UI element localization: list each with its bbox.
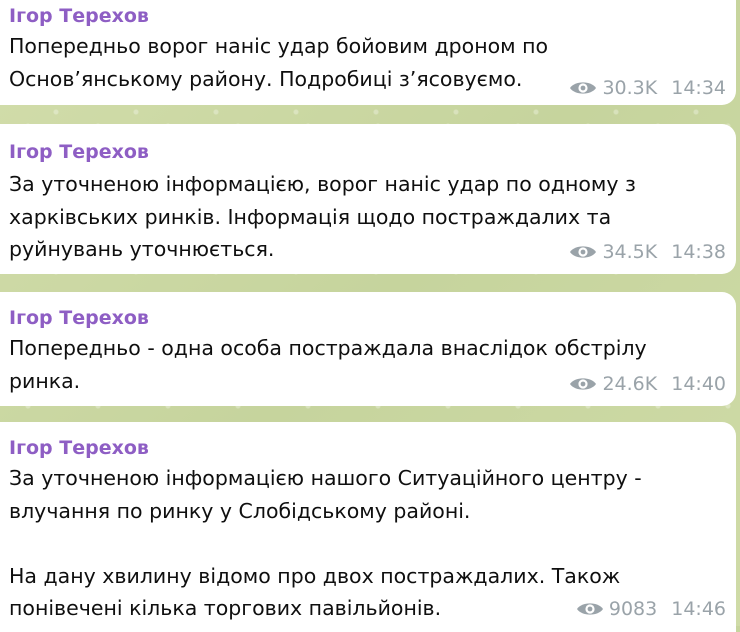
message-author[interactable]: Ігор Терехов — [9, 5, 149, 27]
message-meta: 34.5K 14:38 — [568, 241, 726, 263]
message-author[interactable]: Ігор Терехов — [9, 141, 149, 163]
message-meta: 24.6K 14:40 — [568, 373, 726, 395]
eye-icon — [568, 243, 598, 261]
message-bubble[interactable]: Ігор Терехов Попередньо - одна особа пос… — [0, 292, 736, 406]
message-meta: 30.3K 14:34 — [568, 77, 726, 99]
message-bubble[interactable]: Ігор Терехов Попередньо ворог наніс удар… — [0, 0, 736, 105]
message-feed: Ігор Терехов Попередньо ворог наніс удар… — [0, 0, 740, 632]
view-count: 30.3K — [602, 77, 658, 99]
eye-icon — [575, 600, 605, 618]
view-count: 34.5K — [602, 241, 658, 263]
message-text: За уточненою інформацією нашого Ситуацій… — [9, 466, 642, 620]
message-bubble[interactable]: Ігор Терехов За уточненою інформацією, в… — [0, 124, 736, 274]
message-time: 14:34 — [671, 77, 726, 99]
message-time: 14:46 — [671, 598, 726, 620]
view-count: 24.6K — [602, 373, 658, 395]
view-count: 9083 — [608, 598, 658, 620]
message-time: 14:38 — [671, 241, 726, 263]
message-meta: 9083 14:46 — [575, 598, 726, 620]
message-bubble[interactable]: Ігор Терехов За уточненою інформацією на… — [0, 422, 736, 632]
message-author[interactable]: Ігор Терехов — [9, 437, 149, 459]
message-author[interactable]: Ігор Терехов — [9, 307, 149, 329]
eye-icon — [568, 375, 598, 393]
eye-icon — [568, 79, 598, 97]
message-time: 14:40 — [671, 373, 726, 395]
